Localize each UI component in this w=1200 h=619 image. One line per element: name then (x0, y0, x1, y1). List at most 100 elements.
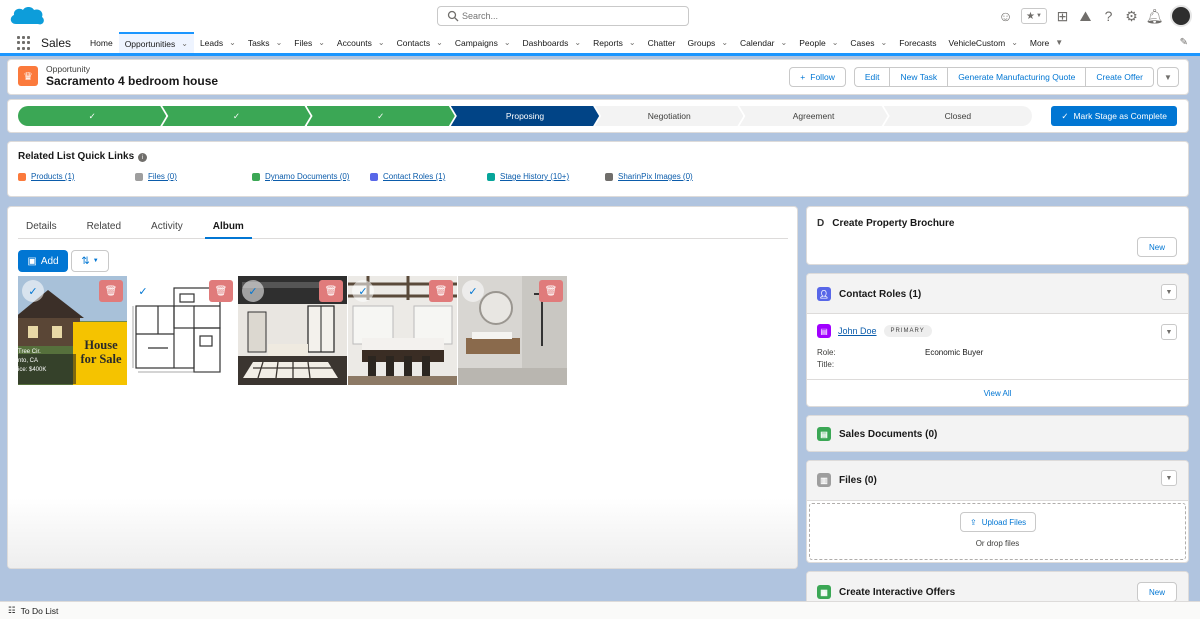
delete-photo-trash-icon[interactable]: 🗑︎ (209, 280, 233, 302)
album-photo[interactable]: ✓ 🗑︎ (458, 276, 567, 385)
bell-icon[interactable]: 🔔︎ (1146, 8, 1164, 24)
quick-link-contact[interactable]: Contact Roles (1) (370, 172, 445, 181)
path-stage-closed[interactable]: Closed (883, 106, 1032, 126)
nav-item-leads[interactable]: Leads ⌄ (194, 32, 242, 53)
chevron-down-icon[interactable]: ⌄ (436, 38, 443, 47)
contact-row-menu[interactable]: ▼ (1161, 324, 1177, 340)
contact-name-link[interactable]: John Doe (838, 326, 877, 336)
chevron-down-icon[interactable]: ⌄ (781, 38, 788, 47)
todo-list-button[interactable]: To Do List (21, 606, 59, 616)
quick-link-stage[interactable]: Stage History (10+) (487, 172, 569, 181)
global-search[interactable] (437, 6, 689, 26)
einstein-icon[interactable]: ☺ (998, 8, 1013, 24)
nav-item-accounts[interactable]: Accounts ⌄ (331, 32, 391, 53)
chevron-down-icon[interactable]: ⌄ (229, 38, 236, 47)
search-input[interactable] (462, 9, 682, 23)
path-stage-completed-1[interactable]: ✓ (18, 106, 166, 126)
sales-documents-title[interactable]: Sales Documents (0) (839, 429, 937, 440)
album-photo[interactable]: House for Sale Tree Cir. nto, CA ice: $4… (18, 276, 127, 385)
offers-new-button[interactable]: New (1136, 582, 1177, 602)
quick-link-products[interactable]: Products (1) (18, 172, 75, 181)
path-stage-proposing[interactable]: Proposing (451, 106, 599, 126)
chevron-down-icon[interactable]: ⌄ (181, 39, 188, 48)
contact-roles-title[interactable]: Contact Roles (1) (839, 289, 921, 300)
chevron-down-icon[interactable]: ⌄ (721, 38, 728, 47)
new-task-button[interactable]: New Task (889, 67, 948, 87)
nav-item-reports[interactable]: Reports ⌄ (587, 32, 641, 53)
path-stage-agreement[interactable]: Agreement (739, 106, 887, 126)
add-icon[interactable]: ⊞ (1055, 8, 1070, 24)
upload-files-button[interactable]: ⇪ Upload Files (960, 512, 1037, 532)
tab-related[interactable]: Related (79, 219, 129, 239)
generate-quote-button[interactable]: Generate Manufacturing Quote (947, 67, 1086, 87)
select-photo-check-icon[interactable]: ✓ (352, 280, 374, 302)
info-icon[interactable]: i (138, 153, 147, 162)
path-stage-completed-2[interactable]: ✓ (162, 106, 310, 126)
chevron-down-icon[interactable]: ⌄ (504, 38, 511, 47)
chevron-down-icon[interactable]: ⌄ (378, 38, 385, 47)
nav-item-files[interactable]: Files ⌄ (288, 32, 331, 53)
chevron-down-icon[interactable]: ⌄ (629, 38, 636, 47)
chevron-down-icon[interactable]: ⌄ (574, 38, 581, 47)
quick-link-dynamo[interactable]: Dynamo Documents (0) (252, 172, 349, 181)
nav-item-more[interactable]: More ▼ (1024, 32, 1069, 53)
nav-item-chatter[interactable]: Chatter (642, 32, 682, 53)
nav-item-calendar[interactable]: Calendar ⌄ (734, 32, 793, 53)
nav-item-opportunities[interactable]: Opportunities ⌄ (118, 32, 194, 53)
file-drop-zone[interactable]: ⇪ Upload Files Or drop files (809, 503, 1186, 560)
chevron-down-icon[interactable]: ⌄ (276, 38, 283, 47)
gear-icon[interactable]: ⚙ (1124, 8, 1139, 24)
tab-details[interactable]: Details (18, 219, 65, 239)
nav-item-vehiclecustom[interactable]: VehicleCustom ⌄ (943, 32, 1024, 53)
pencil-icon[interactable]: ✎ (1180, 37, 1188, 48)
more-actions-button[interactable]: ▼ (1157, 67, 1179, 87)
chevron-down-icon[interactable]: ⌄ (1011, 38, 1018, 47)
quick-link-sharinpix[interactable]: SharinPix Images (0) (605, 172, 693, 181)
quick-link-files[interactable]: Files (0) (135, 172, 177, 181)
select-photo-check-icon[interactable]: ✓ (242, 280, 264, 302)
nav-item-home[interactable]: Home (84, 32, 119, 53)
sort-button[interactable]: ⇅ ▼ (71, 250, 109, 272)
album-photo[interactable]: ✓ 🗑︎ (128, 276, 237, 385)
chevron-down-icon[interactable]: ⌄ (832, 38, 839, 47)
nav-item-people[interactable]: People ⌄ (793, 32, 844, 53)
contact-roles-menu[interactable]: ▼ (1161, 284, 1177, 300)
path-stage-negotiation[interactable]: Negotiation (595, 106, 743, 126)
path-stage-completed-3[interactable]: ✓ (307, 106, 455, 126)
nav-item-tasks[interactable]: Tasks ⌄ (242, 32, 288, 53)
select-photo-check-icon[interactable]: ✓ (462, 280, 484, 302)
edit-button[interactable]: Edit (853, 67, 890, 87)
chevron-down-icon[interactable]: ⌄ (880, 38, 887, 47)
favorites-button[interactable]: ★ ▼ (1021, 8, 1047, 24)
offers-title[interactable]: Create Interactive Offers (839, 587, 955, 598)
app-launcher-icon[interactable] (17, 36, 31, 50)
tab-activity[interactable]: Activity (143, 219, 191, 239)
nav-item-contacts[interactable]: Contacts ⌄ (391, 32, 449, 53)
nav-item-cases[interactable]: Cases ⌄ (844, 32, 893, 53)
select-photo-check-icon[interactable]: ✓ (22, 280, 44, 302)
follow-button[interactable]: + Follow (789, 67, 846, 87)
chevron-down-icon[interactable]: ⌄ (318, 38, 325, 47)
mark-stage-complete-button[interactable]: ✓ Mark Stage as Complete (1051, 106, 1177, 126)
files-menu[interactable]: ▼ (1161, 470, 1177, 486)
album-photo[interactable]: ✓ 🗑︎ (238, 276, 347, 385)
trailhead-icon[interactable]: ⛰ (1078, 8, 1093, 24)
nav-item-forecasts[interactable]: Forecasts (893, 32, 942, 53)
delete-photo-trash-icon[interactable]: 🗑︎ (539, 280, 563, 302)
delete-photo-trash-icon[interactable]: 🗑︎ (429, 280, 453, 302)
select-photo-check-icon[interactable]: ✓ (132, 280, 154, 302)
view-all-link[interactable]: View All (807, 389, 1188, 398)
brochure-new-button[interactable]: New (1136, 237, 1177, 257)
create-offer-button[interactable]: Create Offer (1085, 67, 1154, 87)
nav-item-campaigns[interactable]: Campaigns ⌄ (449, 32, 517, 53)
delete-photo-trash-icon[interactable]: 🗑︎ (319, 280, 343, 302)
user-avatar[interactable] (1170, 5, 1192, 27)
delete-photo-trash-icon[interactable]: 🗑︎ (99, 280, 123, 302)
album-photo[interactable]: ✓ 🗑︎ (348, 276, 457, 385)
add-photo-button[interactable]: ▣ Add (18, 250, 68, 272)
help-icon[interactable]: ? (1101, 8, 1116, 24)
nav-item-dashboards[interactable]: Dashboards ⌄ (517, 32, 588, 53)
tab-album[interactable]: Album (204, 219, 252, 239)
chevron-down-icon[interactable]: ▼ (1055, 38, 1063, 47)
salesforce-logo[interactable] (8, 4, 46, 28)
